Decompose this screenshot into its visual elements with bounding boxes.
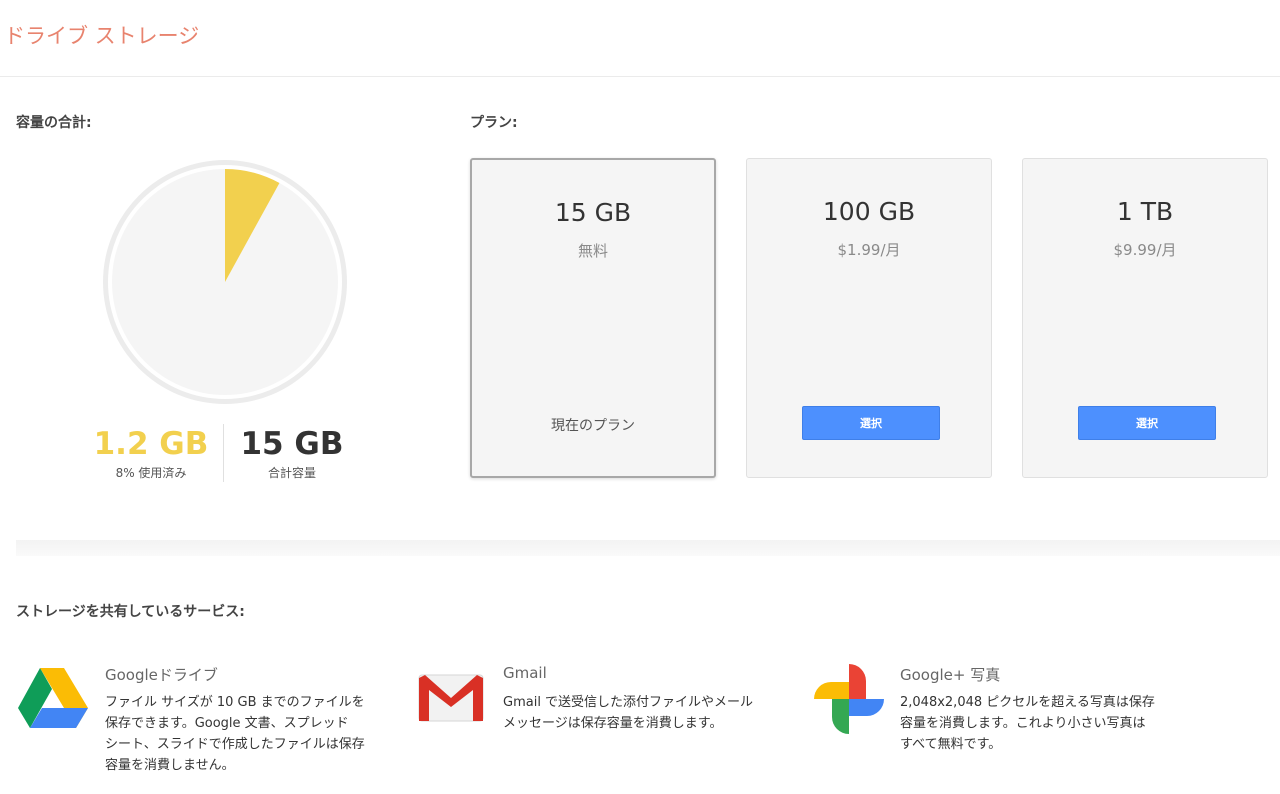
- desc-line: 容量を消費します。これより小さい写真は: [900, 716, 1146, 731]
- desc-line: 2,048x2,048 ピクセルを超える写真は保存: [900, 695, 1155, 710]
- plan-price: $9.99/月: [1113, 241, 1177, 259]
- desc-line: 保存できます。Google 文書、スプレッド: [105, 716, 349, 731]
- service-desc-gmail: Gmail で送受信した添付ファイルやメール メッセージは保存容量を消費します。: [503, 692, 793, 734]
- plan-size: 15 GB: [554, 198, 632, 227]
- select-1tb-button[interactable]: 選択: [1078, 406, 1216, 440]
- section-divider: [16, 540, 1280, 556]
- used-storage: 1.2 GB 8% 使用済み: [76, 426, 226, 481]
- desc-line: シート、スライドで作成したファイルは保存: [105, 737, 365, 752]
- plan-card-15gb: 15 GB 無料 現在のプラン: [470, 158, 716, 478]
- desc-line: Gmail で送受信した添付ファイルやメール: [503, 695, 754, 710]
- current-plan-label: 現在のプラン: [551, 418, 635, 434]
- google-drive-icon: [18, 668, 88, 732]
- page-title: ドライブ ストレージ: [4, 24, 200, 48]
- plan-price: 無料: [577, 242, 608, 260]
- total-caption: 合計容量: [267, 466, 316, 480]
- google-photos-icon: [812, 662, 886, 740]
- plan-card-1tb: 1 TB $9.99/月 選択: [1022, 158, 1268, 478]
- total-storage: 15 GB 合計容量: [217, 426, 367, 481]
- service-desc-drive: ファイル サイズが 10 GB までのファイルを 保存できます。Google 文…: [105, 692, 395, 776]
- services-label: ストレージを共有しているサービス:: [16, 604, 245, 620]
- usage-pie-chart: [100, 157, 350, 407]
- used-amount: 1.2 GB: [93, 426, 209, 462]
- page-header: ドライブ ストレージ: [0, 0, 1280, 77]
- desc-line: 容量を消費しません。: [105, 758, 235, 773]
- desc-line: すべて無料です。: [900, 737, 1002, 752]
- service-name-photos: Google+ 写真: [900, 666, 1001, 684]
- gmail-icon: [418, 674, 484, 726]
- service-name-drive: Googleドライブ: [105, 666, 218, 684]
- capacity-label: 容量の合計:: [16, 115, 92, 131]
- service-desc-photos: 2,048x2,048 ピクセルを超える写真は保存 容量を消費します。これより小…: [900, 692, 1190, 755]
- service-name-gmail: Gmail: [503, 664, 547, 682]
- plans-label: プラン:: [470, 115, 518, 131]
- used-caption: 8% 使用済み: [115, 466, 187, 480]
- plan-price: $1.99/月: [837, 241, 901, 259]
- plan-size: 1 TB: [1116, 197, 1174, 226]
- plan-card-100gb: 100 GB $1.99/月 選択: [746, 158, 992, 478]
- plan-size: 100 GB: [822, 197, 916, 226]
- total-amount: 15 GB: [240, 426, 344, 462]
- desc-line: ファイル サイズが 10 GB までのファイルを: [105, 695, 365, 710]
- desc-line: メッセージは保存容量を消費します。: [503, 716, 723, 731]
- select-100gb-button[interactable]: 選択: [802, 406, 940, 440]
- usage-pie-svg: [103, 160, 347, 404]
